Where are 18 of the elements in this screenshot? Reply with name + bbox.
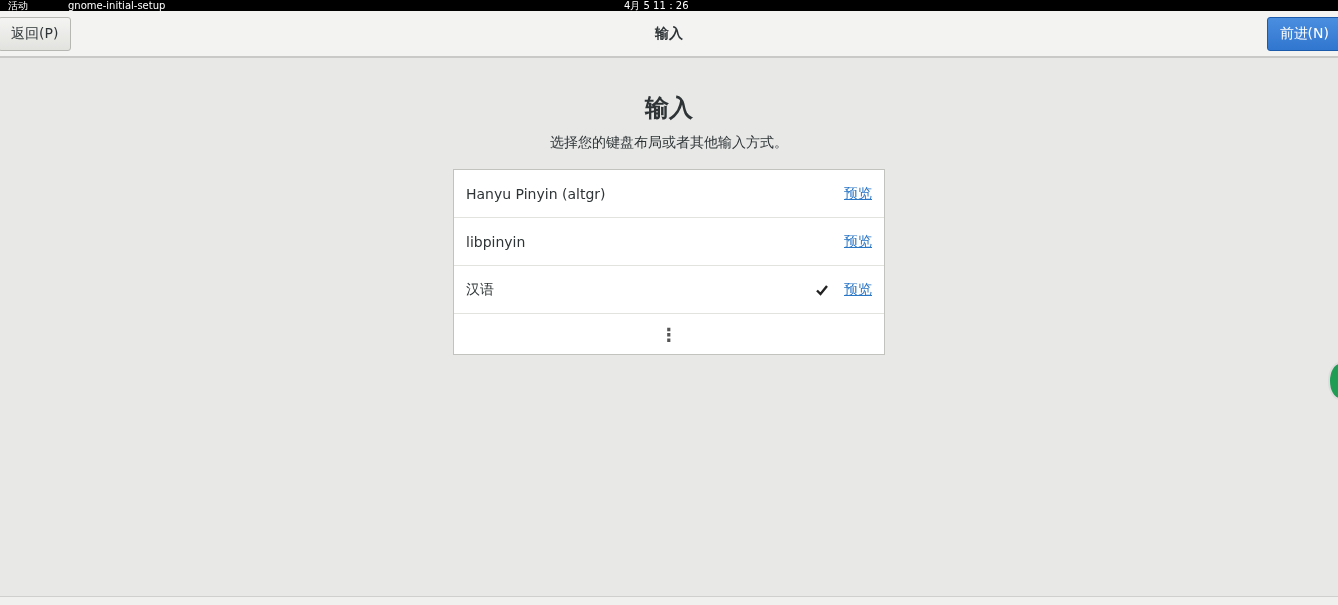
more-button[interactable]: ⋮ bbox=[656, 323, 682, 345]
input-source-name: 汉语 bbox=[466, 280, 495, 299]
input-source-name: Hanyu Pinyin (altgr) bbox=[466, 185, 607, 202]
preview-link[interactable]: 预览 bbox=[844, 232, 872, 251]
input-source-name: libpinyin bbox=[466, 233, 527, 250]
input-source-row[interactable]: Hanyu Pinyin (altgr) 预览 bbox=[454, 170, 884, 218]
back-button[interactable]: 返回(P) bbox=[0, 16, 72, 51]
preview-link[interactable]: 预览 bbox=[844, 184, 872, 203]
page-heading: 输入 bbox=[645, 93, 693, 124]
next-button[interactable]: 前进(N) bbox=[1266, 16, 1338, 51]
activities-label[interactable]: 活动 bbox=[8, 0, 28, 11]
app-name: gnome-initial-setup bbox=[68, 0, 166, 11]
clock: 4月 5 11：26 bbox=[624, 0, 689, 11]
window-title: 输入 bbox=[655, 24, 683, 43]
page-subtitle: 选择您的键盘布局或者其他输入方式。 bbox=[550, 134, 788, 152]
input-source-row[interactable]: 汉语 预览 bbox=[454, 266, 884, 314]
input-source-row[interactable]: libpinyin 预览 bbox=[454, 218, 884, 266]
preview-link[interactable]: 预览 bbox=[844, 280, 872, 299]
